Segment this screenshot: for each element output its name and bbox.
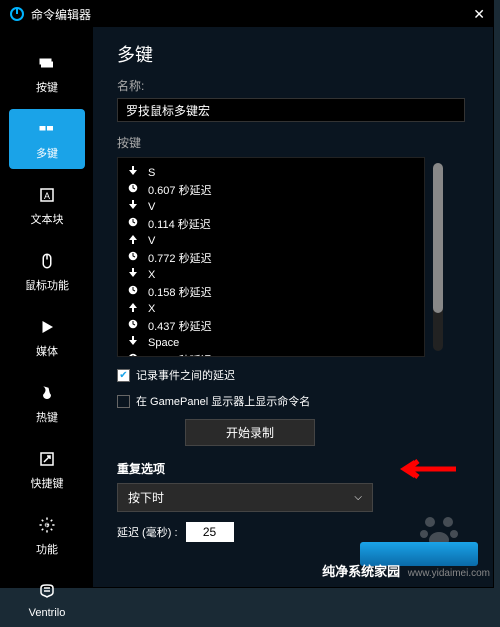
checkbox-label: 在 GamePanel 显示器上显示命令名 [136,393,310,409]
row-text: 0.145 秒延迟 [148,352,212,358]
row-text: 0.772 秒延迟 [148,250,212,266]
clock-icon [128,319,142,332]
multikey-icon [35,117,59,141]
hotkeys-icon [35,381,59,405]
clock-icon [128,285,142,298]
row-text: S [148,167,155,179]
clock-icon [128,217,142,230]
sidebar-item-ventrilo[interactable]: Ventrilo [9,571,85,627]
close-icon[interactable]: ✕ [473,6,485,23]
key-sequence-row[interactable]: S [128,164,414,181]
sidebar-item-label: 按键 [36,79,58,95]
watermark-url: www.yidaimei.com [408,568,490,579]
select-value: 按下时 [128,489,164,506]
sidebar-item-mouse[interactable]: 鼠标功能 [9,241,85,301]
sidebar-item-textblock[interactable]: A 文本块 [9,175,85,235]
row-text: V [148,201,155,213]
logitech-logo-icon [9,6,25,22]
textblock-icon: A [35,183,59,207]
row-text: 0.607 秒延迟 [148,182,212,198]
row-text: V [148,235,155,247]
key-sequence-row[interactable]: Space [128,334,414,351]
watermark-brand: 纯净系统家园 [322,564,400,579]
shortcut-icon [35,447,59,471]
arrow-down-icon [128,166,142,179]
row-text: X [148,303,155,315]
row-text: 0.114 秒延迟 [148,216,211,232]
key-sequence-row[interactable]: 0.772 秒延迟 [128,249,414,266]
key-sequence-row[interactable]: X [128,300,414,317]
clock-icon [128,251,142,264]
sidebar-item-label: 多键 [36,145,58,161]
mouse-icon [35,249,59,273]
sidebar-item-label: 文本块 [31,211,64,227]
key-sequence-row[interactable]: V [128,232,414,249]
name-input[interactable] [117,98,465,122]
delay-ms-input[interactable] [186,522,234,542]
key-sequence-row[interactable]: X [128,266,414,283]
scroll-thumb[interactable] [433,163,443,313]
clock-icon [128,353,142,357]
row-text: X [148,269,155,281]
sidebar-item-function[interactable]: F 功能 [9,505,85,565]
titlebar: 命令编辑器 ✕ [1,1,493,27]
key-sequence-row[interactable]: 0.145 秒延迟 [128,351,414,357]
arrow-up-icon [128,234,142,247]
sidebar-item-label: 媒体 [36,343,58,359]
svg-text:A: A [44,191,50,201]
gamepanel-checkbox[interactable]: 在 GamePanel 显示器上显示命令名 [117,393,477,409]
sidebar: 按键 多键 A 文本块 鼠标功能 媒体 热键 [1,27,93,587]
arrow-down-icon [128,336,142,349]
arrow-up-icon [128,302,142,315]
keystroke-icon [35,51,59,75]
sidebar-item-label: 功能 [36,541,58,557]
window-title: 命令编辑器 [31,6,91,23]
key-sequence-row[interactable]: 0.437 秒延迟 [128,317,414,334]
key-sequence-row[interactable]: 0.114 秒延迟 [128,215,414,232]
sidebar-item-hotkeys[interactable]: 热键 [9,373,85,433]
sidebar-item-label: 快捷键 [31,475,64,491]
repeat-mode-select[interactable]: 按下时 ⌵ [117,483,373,512]
sidebar-item-label: 热键 [36,409,58,425]
ventrilo-icon [35,579,59,603]
watermark: 纯净系统家园 www.yidaimei.com [322,561,490,580]
key-sequence-row[interactable]: V [128,198,414,215]
sidebar-item-label: Ventrilo [29,607,66,619]
checkbox-icon: ✔ [117,369,130,382]
checkbox-icon [117,395,130,408]
start-recording-button[interactable]: 开始录制 [185,419,315,446]
row-text: 0.437 秒延迟 [148,318,212,334]
annotation-arrow-icon [396,457,458,483]
page-title: 多键 [117,41,477,67]
chevron-down-icon: ⌵ [354,492,362,503]
checkbox-label: 记录事件之间的延迟 [136,367,235,383]
row-text: Space [148,337,179,349]
sidebar-item-label: 鼠标功能 [25,277,69,293]
scrollbar[interactable] [433,163,443,351]
key-sequence-list[interactable]: S 0.607 秒延迟 V 0.114 秒延迟 V 0.772 秒延迟 X 0.158 秒延迟… [117,157,425,357]
row-text: 0.158 秒延迟 [148,284,212,300]
name-label: 名称: [117,77,477,94]
sidebar-item-multikey[interactable]: 多键 [9,109,85,169]
sidebar-item-keystroke[interactable]: 按键 [9,43,85,103]
record-delays-checkbox[interactable]: ✔ 记录事件之间的延迟 [117,367,477,383]
key-sequence-row[interactable]: 0.158 秒延迟 [128,283,414,300]
sidebar-item-shortcut[interactable]: 快捷键 [9,439,85,499]
media-icon [35,315,59,339]
arrow-down-icon [128,200,142,213]
arrow-down-icon [128,268,142,281]
main-panel: 多键 名称: 按键 S 0.607 秒延迟 V 0.114 秒延迟 V 0.772 秒延迟… [93,27,493,587]
delay-label: 延迟 (毫秒) : [117,524,178,540]
key-sequence-row[interactable]: 0.607 秒延迟 [128,181,414,198]
function-icon: F [35,513,59,537]
clock-icon [128,183,142,196]
sidebar-item-media[interactable]: 媒体 [9,307,85,367]
keys-label: 按键 [117,134,477,151]
